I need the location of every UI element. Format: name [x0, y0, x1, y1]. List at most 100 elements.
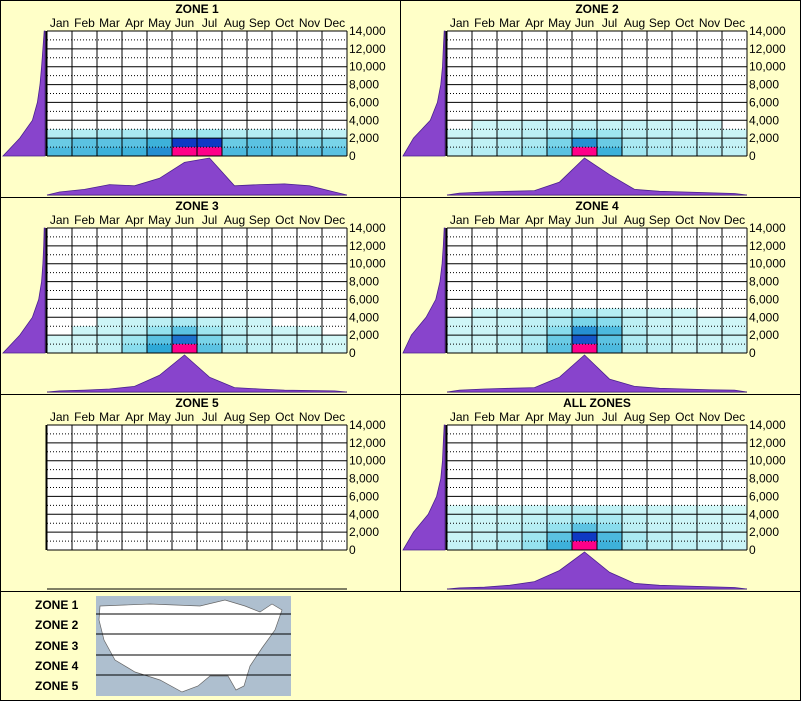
heat-cell — [622, 505, 647, 515]
heat-cell — [647, 532, 672, 542]
heat-cell — [572, 120, 597, 130]
heat-cell — [47, 138, 72, 148]
heat-cell — [547, 523, 572, 533]
heat-cell — [447, 138, 472, 148]
panel-title: ZONE 4 — [575, 199, 619, 213]
heat-cell — [522, 120, 547, 130]
heat-cell — [647, 138, 672, 148]
elevation-profile — [2, 30, 46, 157]
heat-cell — [647, 317, 672, 327]
heat-cell — [122, 138, 147, 148]
y-tick-label: 12,000 — [349, 239, 386, 253]
heat-cell — [472, 514, 497, 524]
month-label: Feb — [474, 410, 495, 424]
heat-cell — [622, 326, 647, 336]
zone-legend-label: ZONE 3 — [35, 639, 79, 653]
heat-cell — [722, 505, 747, 515]
heat-cell — [722, 344, 747, 353]
zone-legend-label: ZONE 5 — [35, 679, 79, 693]
heat-cell — [472, 120, 497, 130]
heat-cell — [547, 344, 572, 353]
heat-cell — [522, 326, 547, 336]
month-label: May — [148, 213, 171, 227]
month-label: Aug — [224, 213, 245, 227]
heat-cell — [597, 129, 622, 139]
y-tick-label: 2,000 — [749, 525, 779, 539]
heat-cell — [697, 317, 722, 327]
heat-cell — [447, 335, 472, 345]
month-label: Mar — [99, 410, 120, 424]
month-label: Sep — [249, 213, 271, 227]
heat-cell — [672, 335, 697, 345]
heat-cell — [247, 147, 272, 156]
heat-cell — [322, 138, 347, 148]
heat-cell — [497, 120, 522, 130]
month-label: Oct — [675, 16, 694, 30]
y-tick-label: 10,000 — [349, 454, 386, 468]
heat-cell — [722, 335, 747, 345]
heat-cell — [472, 326, 497, 336]
month-label: Dec — [724, 213, 745, 227]
heat-cell — [522, 138, 547, 148]
heat-cell — [297, 326, 322, 336]
heat-cell — [597, 326, 622, 336]
heat-cell — [497, 129, 522, 139]
heat-cell — [572, 505, 597, 515]
month-label: Apr — [525, 16, 544, 30]
heat-cell — [647, 523, 672, 533]
heat-cell — [497, 514, 522, 524]
month-label: Jun — [575, 16, 594, 30]
heat-cell — [172, 317, 197, 327]
heat-cell — [547, 514, 572, 524]
heat-cell — [97, 335, 122, 345]
heat-cell — [597, 514, 622, 524]
heat-cell — [672, 532, 697, 542]
heat-cell — [522, 523, 547, 533]
zone-panel: ZONE 5 Jan Feb Mar Apr May Jun Jul Aug Sep Oct Nov D… — [45, 396, 386, 590]
heat-cell — [647, 129, 672, 139]
heat-cell — [647, 344, 672, 353]
heat-cell — [97, 317, 122, 327]
y-tick-label: 10,000 — [749, 60, 786, 74]
month-label: Dec — [324, 16, 345, 30]
heat-cell — [697, 335, 722, 345]
month-label: Oct — [675, 410, 694, 424]
heat-cell — [147, 335, 172, 345]
heat-cell — [647, 335, 672, 345]
heat-cell — [47, 335, 72, 345]
heat-cell — [522, 514, 547, 524]
month-label: Jan — [450, 16, 469, 30]
heat-cell — [322, 335, 347, 345]
month-label: Feb — [474, 16, 495, 30]
month-label: Jan — [50, 213, 69, 227]
heat-cell — [672, 514, 697, 524]
heat-cell — [197, 326, 222, 336]
heat-cell — [472, 317, 497, 327]
month-label: Nov — [699, 16, 720, 30]
month-profile — [46, 157, 348, 196]
heat-cell — [622, 541, 647, 550]
heat-cell — [247, 344, 272, 353]
heat-cell — [522, 129, 547, 139]
zone-panel: ZONE 3 Jan Feb Mar Apr May Jun Jul Aug Sep Oct Nov D… — [2, 199, 386, 393]
heat-cell — [622, 120, 647, 130]
month-label: Jun — [575, 213, 594, 227]
heat-cell — [622, 308, 647, 318]
month-label: Nov — [699, 410, 720, 424]
heat-cell — [272, 147, 297, 156]
heat-cell — [672, 147, 697, 156]
heat-cell — [597, 147, 622, 156]
heat-cell — [622, 335, 647, 345]
heat-cell — [197, 138, 222, 148]
y-tick-label: 12,000 — [349, 436, 386, 450]
heat-cell — [197, 317, 222, 327]
y-tick-label: 2,000 — [349, 328, 379, 342]
heat-cell — [722, 532, 747, 542]
heat-cell — [322, 129, 347, 139]
heat-cell — [122, 147, 147, 156]
zone-legend: ZONE 1 ZONE 2 ZONE 3 ZONE 4 ZONE 5 — [35, 596, 291, 696]
y-tick-label: 10,000 — [749, 257, 786, 271]
elevation-profile — [402, 227, 446, 354]
month-label: Jun — [175, 213, 194, 227]
y-tick-label: 6,000 — [349, 292, 379, 306]
